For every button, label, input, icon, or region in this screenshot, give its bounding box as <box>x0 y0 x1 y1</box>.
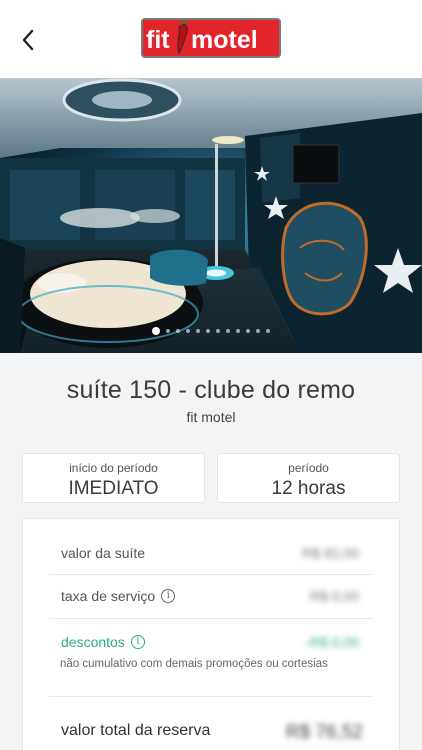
discounts-note: não cumulativo com demais promoções ou c… <box>60 658 328 670</box>
fit-motel-logo: fit motel <box>141 18 281 58</box>
service-fee-amount: R$ 0,00 <box>309 588 359 604</box>
suite-value-amount: R$ 82,00 <box>302 545 359 561</box>
carousel-dot[interactable] <box>196 329 200 333</box>
discounts-amount: -R$ 0,00 <box>305 634 359 650</box>
app-header: fit motel <box>0 0 422 78</box>
discounts-row: descontos i -R$ 0,00 <box>49 634 373 652</box>
motel-name: fit motel <box>186 409 236 425</box>
period-duration-box[interactable]: período 12 horas <box>217 453 400 503</box>
carousel-dot[interactable] <box>236 329 240 333</box>
carousel-dot[interactable] <box>246 329 250 333</box>
service-fee-label: taxa de serviço <box>61 588 156 604</box>
price-summary-card: valor da suíte R$ 82,00 taxa de serviço … <box>22 518 400 750</box>
back-button[interactable] <box>14 26 42 54</box>
logo-text-fit: fit <box>146 26 170 54</box>
suite-title: suíte 150 - clube do remo <box>66 376 356 404</box>
period-start-label: início do período <box>69 461 158 475</box>
service-fee-row: taxa de serviço i R$ 0,00 <box>49 588 373 606</box>
info-icon[interactable]: i <box>161 589 176 603</box>
suite-value-label: valor da suíte <box>61 545 146 561</box>
logo-text-motel: motel <box>191 26 258 54</box>
discounts-label: descontos <box>61 634 125 650</box>
total-row: valor total da reserva R$ 76,52 <box>49 722 373 743</box>
suite-value-row: valor da suíte R$ 82,00 <box>49 545 373 563</box>
divider <box>49 574 373 575</box>
total-amount: R$ 76,52 <box>285 722 363 743</box>
period-start-box[interactable]: início do período IMEDIATO <box>22 453 205 503</box>
carousel-dot[interactable] <box>206 329 210 333</box>
carousel-dot[interactable] <box>152 327 160 335</box>
divider <box>49 696 373 697</box>
period-duration-label: período <box>288 461 329 475</box>
carousel-dot[interactable] <box>256 329 260 333</box>
carousel-dot[interactable] <box>186 329 190 333</box>
carousel-dot[interactable] <box>176 329 180 333</box>
period-start-value: IMEDIATO <box>68 478 159 499</box>
info-icon[interactable]: i <box>130 635 145 649</box>
carousel-dot[interactable] <box>216 329 220 333</box>
carousel-dot[interactable] <box>166 329 170 333</box>
carousel-dot[interactable] <box>266 329 270 333</box>
divider <box>49 618 373 619</box>
suite-photo-carousel[interactable] <box>0 78 422 353</box>
carousel-pagination <box>0 327 422 335</box>
period-duration-value: 12 horas <box>271 478 346 499</box>
chevron-left-icon <box>22 29 34 51</box>
carousel-dot[interactable] <box>226 329 230 333</box>
suite-photo <box>0 78 422 353</box>
total-label: valor total da reserva <box>61 722 211 739</box>
